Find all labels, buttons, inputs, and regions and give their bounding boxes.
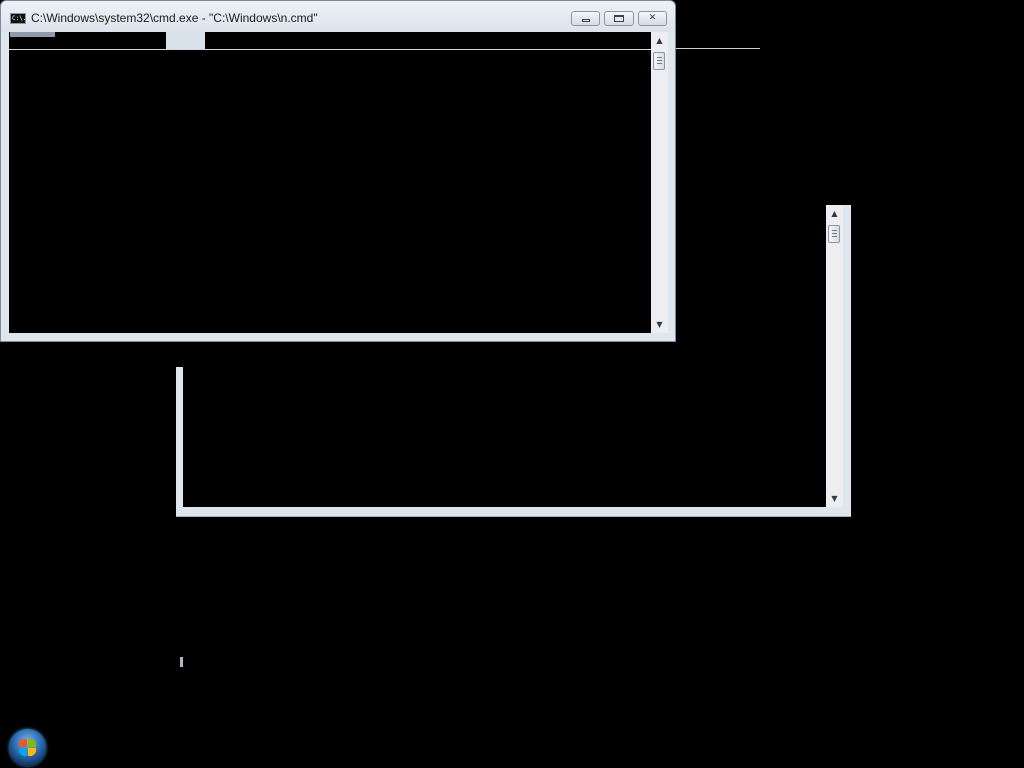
scrollbar-thumb[interactable] xyxy=(653,52,665,70)
scroll-down-arrow-icon[interactable]: ▼ xyxy=(826,490,843,507)
maximize-icon xyxy=(614,15,624,22)
grip-line xyxy=(832,236,837,237)
scroll-up-arrow-icon[interactable]: ▲ xyxy=(651,32,668,49)
grip-line xyxy=(657,63,662,64)
vertical-scrollbar[interactable]: ▲ ▼ xyxy=(826,205,843,507)
grip-line xyxy=(657,60,662,61)
window-title: C:\Windows\system32\cmd.exe - "C:\Window… xyxy=(31,11,318,25)
desktop: C:\. C:\Windows\system32\cmd.exe - "C:\W… xyxy=(0,0,1024,768)
selection-highlight xyxy=(166,32,205,49)
scroll-up-arrow-icon[interactable]: ▲ xyxy=(826,205,843,222)
title-bar[interactable]: C:\. C:\Windows\system32\cmd.exe - "C:\W… xyxy=(1,1,675,32)
maximize-button[interactable] xyxy=(604,11,634,26)
logo-quadrant xyxy=(19,739,27,747)
minimize-icon xyxy=(581,19,590,22)
selection-highlight xyxy=(10,32,55,37)
start-button[interactable] xyxy=(9,729,46,766)
logo-quadrant xyxy=(28,739,36,747)
close-button[interactable]: ✕ xyxy=(638,11,667,26)
grip-line xyxy=(832,230,837,231)
window-bottom-border xyxy=(176,507,851,517)
grip-line xyxy=(657,57,662,58)
background-console-window[interactable]: ▲ ▼ xyxy=(176,205,851,667)
console-icon[interactable]: C:\. xyxy=(10,13,26,24)
scrollbar-thumb[interactable] xyxy=(828,225,840,243)
desktop-artifact-line xyxy=(676,48,760,49)
windows-logo-icon xyxy=(18,738,37,757)
logo-quadrant xyxy=(28,748,36,756)
resize-grip[interactable] xyxy=(180,657,183,667)
grip-line xyxy=(832,233,837,234)
window-left-border xyxy=(176,367,183,667)
logo-quadrant xyxy=(19,748,27,756)
close-icon: ✕ xyxy=(648,13,657,23)
divider xyxy=(9,49,651,50)
minimize-button[interactable] xyxy=(571,11,600,26)
